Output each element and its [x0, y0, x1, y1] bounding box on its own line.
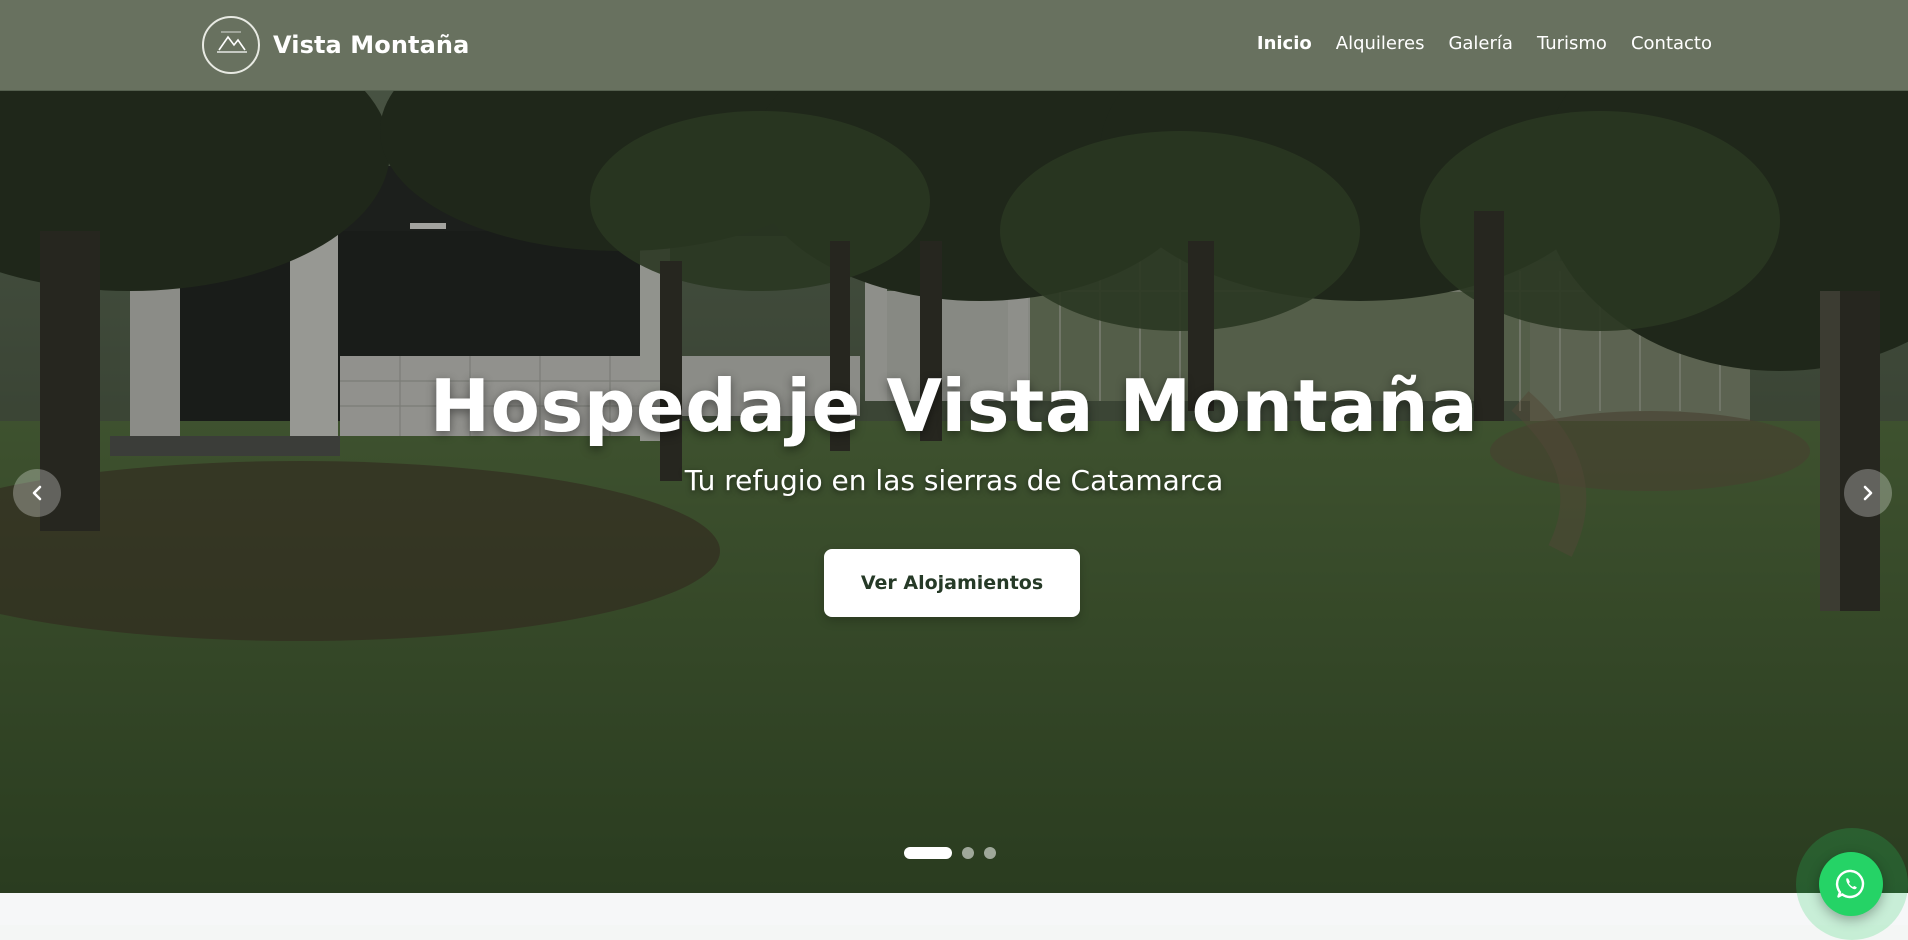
- whatsapp-icon: [1835, 869, 1865, 899]
- chevron-left-icon: [32, 485, 42, 501]
- site-header: Vista Montaña Inicio Alquileres Galería …: [0, 0, 1908, 91]
- nav-item-turismo[interactable]: Turismo: [1537, 33, 1607, 54]
- next-section: [0, 893, 1908, 925]
- mountain-logo: [202, 16, 260, 74]
- carousel-indicator-2[interactable]: [962, 847, 974, 859]
- brand-name: Vista Montaña: [273, 31, 470, 59]
- hero-title: Hospedaje Vista Montaña: [429, 364, 1479, 448]
- nav-item-alquileres[interactable]: Alquileres: [1336, 33, 1425, 54]
- nav-item-galeria[interactable]: Galería: [1448, 33, 1513, 54]
- carousel-indicator-1[interactable]: [904, 847, 952, 859]
- nav-item-contacto[interactable]: Contacto: [1631, 33, 1712, 54]
- carousel-next-button[interactable]: [1844, 469, 1892, 517]
- carousel-indicators: [904, 847, 996, 859]
- carousel-indicator-3[interactable]: [984, 847, 996, 859]
- nav-item-inicio[interactable]: Inicio: [1257, 33, 1312, 54]
- carousel-prev-button[interactable]: [13, 469, 61, 517]
- whatsapp-button[interactable]: [1819, 852, 1883, 916]
- hero-subtitle: Tu refugio en las sierras de Catamarca: [684, 464, 1224, 497]
- chevron-right-icon: [1863, 485, 1873, 501]
- hero-carousel: Hospedaje Vista Montaña Tu refugio en la…: [0, 91, 1908, 893]
- main-nav: Inicio Alquileres Galería Turismo Contac…: [1257, 0, 1712, 86]
- brand-link[interactable]: Vista Montaña: [202, 13, 469, 77]
- view-accommodations-button[interactable]: Ver Alojamientos: [824, 549, 1080, 617]
